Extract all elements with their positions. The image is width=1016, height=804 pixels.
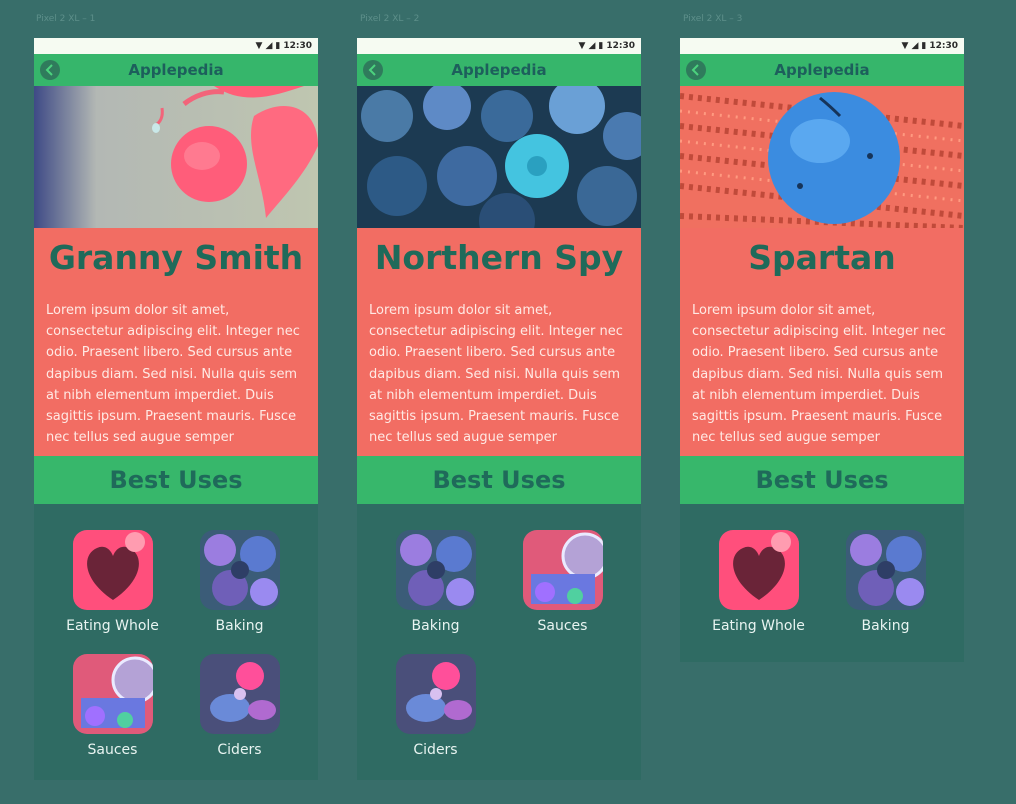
status-bar: ▼ ◢ ▮ 12:30 [680,38,964,54]
wifi-icon: ▼ [255,41,263,51]
baking-image [199,530,280,610]
eating-whole-image [72,530,153,610]
eating-whole-image [718,530,799,610]
apple-name: Northern Spy [374,238,624,277]
chevron-left-icon [45,64,53,76]
apple-description: Lorem ipsum dolor sit amet, consectetur … [692,303,946,446]
description-panel: Granny Smith Lorem ipsum dolor sit amet,… [34,228,318,456]
back-button[interactable] [40,60,60,80]
chevron-left-icon [691,64,699,76]
signal-icon: ◢ [911,41,919,51]
wifi-icon: ▼ [578,41,586,51]
signal-icon: ◢ [265,41,273,51]
description-panel: Northern Spy Lorem ipsum dolor sit amet,… [357,228,641,456]
app-bar: Applepedia [34,54,318,86]
best-uses-heading: Best Uses [680,456,964,504]
use-label: Eating Whole [712,618,805,634]
use-item-sauces[interactable]: Sauces [499,530,626,648]
baking-image [845,530,926,610]
ciders-image [395,654,476,734]
battery-icon: ▮ [598,41,604,51]
use-item-ciders[interactable]: Ciders [372,654,499,772]
status-time: 12:30 [929,41,958,51]
uses-grid: Baking Sauces Ciders [357,504,641,772]
use-item-eating-whole[interactable]: Eating Whole [695,530,822,648]
status-time: 12:30 [283,41,312,51]
uses-grid: Eating Whole Baking [680,504,964,648]
frame-label: Pixel 2 XL – 1 [36,14,96,24]
battery-icon: ▮ [921,41,927,51]
signal-icon: ◢ [588,41,596,51]
apple-name: Spartan [748,238,896,277]
frame-label: Pixel 2 XL – 3 [683,14,743,24]
use-label: Baking [861,618,910,634]
battery-icon: ▮ [275,41,281,51]
app-bar: Applepedia [357,54,641,86]
description-panel: Spartan Lorem ipsum dolor sit amet, cons… [680,228,964,456]
back-button[interactable] [363,60,383,80]
phone-screen-granny-smith: ▼ ◢ ▮ 12:30 Applepedia Granny Smith Lore… [34,38,318,780]
use-label: Sauces [537,618,588,634]
phone-screen-northern-spy: ▼ ◢ ▮ 12:30 Applepedia Northern Spy Lore… [357,38,641,780]
ciders-image [199,654,280,734]
apple-description: Lorem ipsum dolor sit amet, consectetur … [46,303,300,446]
apple-hero-image [357,86,641,228]
phone-screen-spartan: ▼ ◢ ▮ 12:30 Applepedia Spartan Lorem ips… [680,38,964,662]
use-label: Baking [215,618,264,634]
use-label: Eating Whole [66,618,159,634]
app-title: Applepedia [128,61,224,79]
use-label: Baking [411,618,460,634]
frame-label: Pixel 2 XL – 2 [360,14,420,24]
use-item-baking[interactable]: Baking [372,530,499,648]
use-item-sauces[interactable]: Sauces [49,654,176,772]
status-bar: ▼ ◢ ▮ 12:30 [34,38,318,54]
apple-hero-image [680,86,964,228]
sauces-image [72,654,153,734]
use-label: Ciders [413,742,458,758]
uses-grid: Eating Whole Baking Sauces Ciders [34,504,318,772]
app-title: Applepedia [774,61,870,79]
apple-description: Lorem ipsum dolor sit amet, consectetur … [369,303,623,446]
best-uses-heading: Best Uses [34,456,318,504]
app-title: Applepedia [451,61,547,79]
wifi-icon: ▼ [901,41,909,51]
use-item-baking[interactable]: Baking [176,530,303,648]
best-uses-heading: Best Uses [357,456,641,504]
status-bar: ▼ ◢ ▮ 12:30 [357,38,641,54]
status-time: 12:30 [606,41,635,51]
use-item-baking[interactable]: Baking [822,530,949,648]
sauces-image [522,530,603,610]
use-item-ciders[interactable]: Ciders [176,654,303,772]
app-bar: Applepedia [680,54,964,86]
use-item-eating-whole[interactable]: Eating Whole [49,530,176,648]
apple-hero-image [34,86,318,228]
use-label: Sauces [87,742,138,758]
chevron-left-icon [368,64,376,76]
baking-image [395,530,476,610]
use-label: Ciders [217,742,262,758]
apple-name: Granny Smith [48,238,304,277]
back-button[interactable] [686,60,706,80]
